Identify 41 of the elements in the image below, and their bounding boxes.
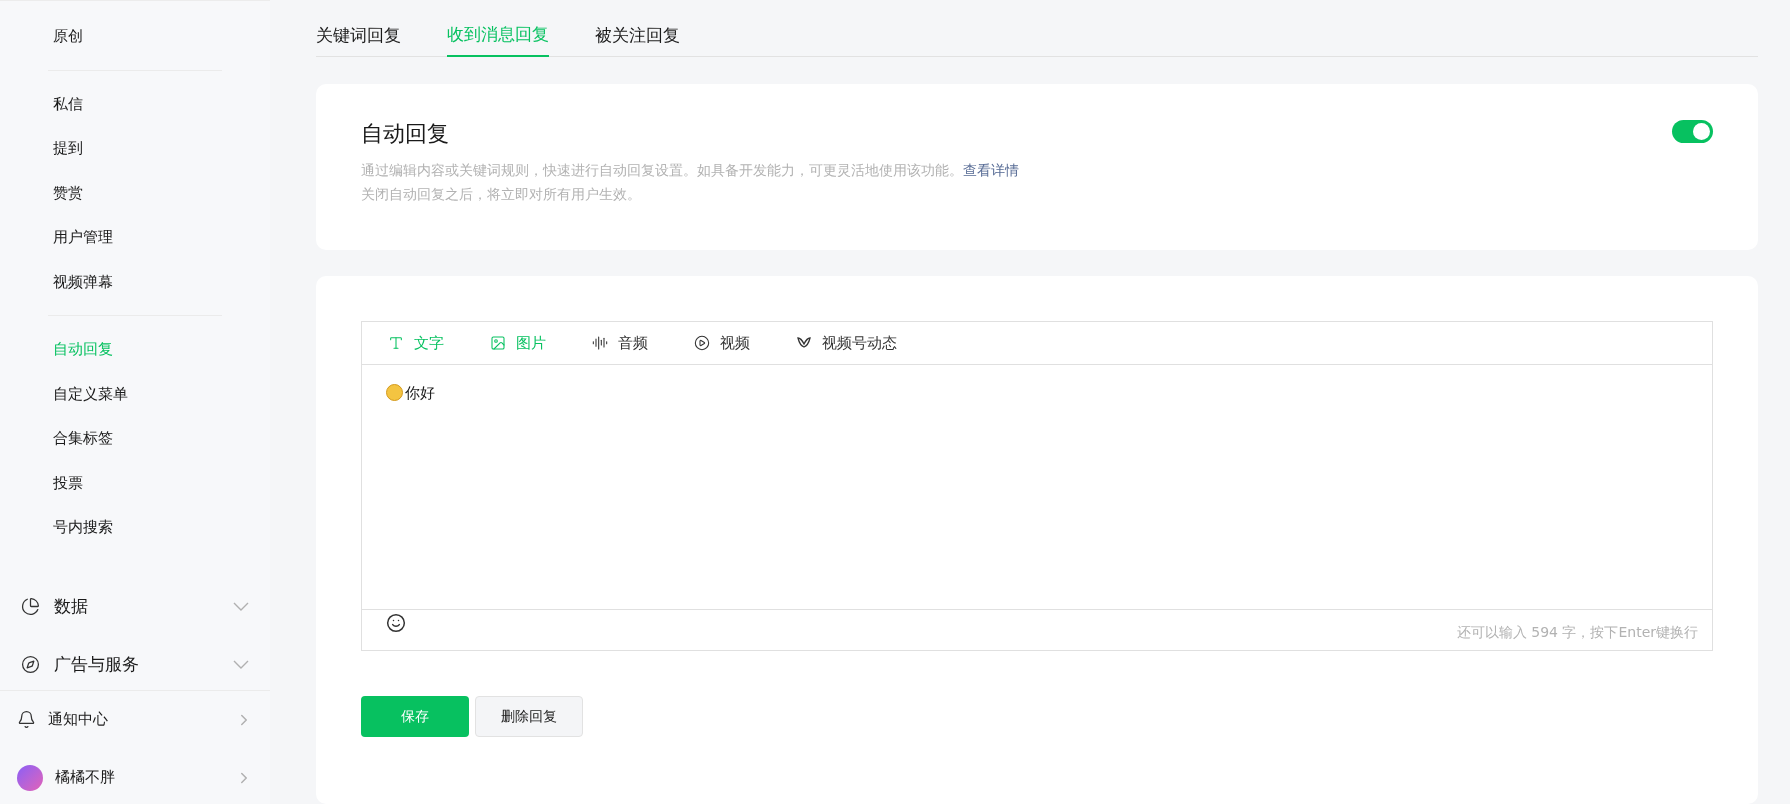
media-type-tab[interactable]: 视频 <box>694 331 750 355</box>
chevron-down-icon <box>233 602 249 611</box>
compass-icon <box>21 655 40 674</box>
sidebar-item[interactable]: 自定义菜单 <box>48 371 222 416</box>
message-text: 你好 <box>405 383 435 404</box>
text-icon <box>388 335 404 351</box>
card-title: 自动回复 <box>361 120 450 148</box>
footer-item-label: 橘橘不胖 <box>55 767 116 789</box>
media-type-tab[interactable]: 音频 <box>592 331 648 355</box>
avatar <box>17 764 43 791</box>
chevron-down-icon <box>233 660 249 669</box>
nav-section-label: 广告与服务 <box>54 652 140 676</box>
description-text: 通过编辑内容或关键词规则，快速进行自动回复设置。如具备开发能力，可更灵活地使用该功能。查看详情 <box>361 161 1019 180</box>
sidebar-item[interactable]: 号内搜索 <box>48 505 222 550</box>
character-counter: 还可以输入 594 字，按下Enter键换行 <box>1456 623 1698 642</box>
message-input[interactable]: 你好 <box>362 365 1712 609</box>
media-type-tab[interactable]: 视频号动态 <box>796 331 897 355</box>
details-link[interactable]: 查看详情 <box>963 162 1019 178</box>
sidebar-item[interactable]: 投票 <box>48 460 222 505</box>
toggle-switch[interactable] <box>1672 120 1713 143</box>
footer-item-label: 通知中心 <box>48 709 109 731</box>
sidebar-item[interactable]: 原创 <box>48 14 222 59</box>
footer-item[interactable]: 橘橘不胖 <box>0 748 270 804</box>
sidebar-item[interactable]: 用户管理 <box>48 215 222 260</box>
nav-section-label: 数据 <box>54 594 89 618</box>
bell-icon <box>17 710 36 729</box>
sidebar-item[interactable]: 视频弹幕 <box>48 259 222 304</box>
sidebar-item[interactable]: 赞赏 <box>48 170 222 215</box>
sidebar-item[interactable]: 私信 <box>48 81 222 126</box>
sidebar-item[interactable]: 合集标签 <box>48 416 222 461</box>
nav-section[interactable]: 数据 <box>0 577 270 636</box>
image-icon <box>490 335 506 351</box>
audio-icon <box>592 335 608 351</box>
emoji-icon[interactable] <box>386 613 406 633</box>
tab[interactable]: 被关注回复 <box>595 20 680 57</box>
pie-chart-icon <box>21 597 40 616</box>
delete-button[interactable]: 删除回复 <box>475 696 583 737</box>
tab[interactable]: 关键词回复 <box>316 20 401 57</box>
play-icon <box>694 335 710 351</box>
note-text: 关闭自动回复之后，将立即对所有用户生效。 <box>361 185 642 204</box>
sidebar-item[interactable]: 提到 <box>48 126 222 171</box>
